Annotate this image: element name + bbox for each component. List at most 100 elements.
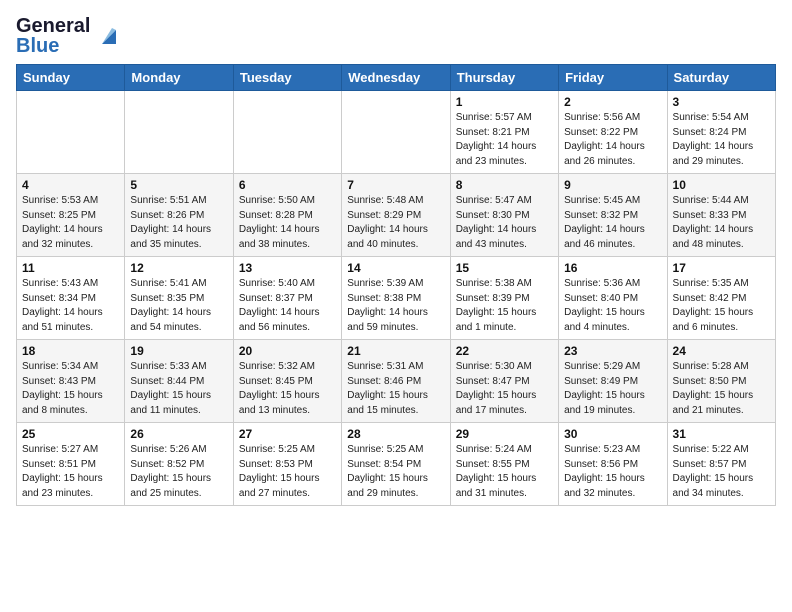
page-container: General Blue SundayMondayTuesdayWednesda…	[0, 0, 792, 516]
calendar-cell: 7 Sunrise: 5:48 AM Sunset: 8:29 PM Daylig…	[342, 174, 450, 257]
calendar-cell: 3 Sunrise: 5:54 AM Sunset: 8:24 PM Daylig…	[667, 91, 775, 174]
day-info: Sunrise: 5:36 AM Sunset: 8:40 PM Dayligh…	[564, 277, 661, 335]
calendar-header-row: SundayMondayTuesdayWednesdayThursdayFrid…	[17, 65, 776, 91]
calendar-week-row: 11 Sunrise: 5:43 AM Sunset: 8:34 PM Dayli…	[17, 257, 776, 340]
day-number: 29	[456, 427, 553, 441]
day-number: 6	[239, 178, 336, 192]
calendar-cell: 17 Sunrise: 5:35 AM Sunset: 8:42 PM Dayli…	[667, 257, 775, 340]
day-number: 8	[456, 178, 553, 192]
day-info: Sunrise: 5:24 AM Sunset: 8:55 PM Dayligh…	[456, 443, 553, 501]
day-info: Sunrise: 5:57 AM Sunset: 8:21 PM Dayligh…	[456, 111, 553, 169]
calendar-cell: 10 Sunrise: 5:44 AM Sunset: 8:33 PM Dayli…	[667, 174, 775, 257]
day-info: Sunrise: 5:28 AM Sunset: 8:50 PM Dayligh…	[673, 360, 770, 418]
day-number: 14	[347, 261, 444, 275]
day-header-saturday: Saturday	[667, 65, 775, 91]
day-number: 30	[564, 427, 661, 441]
header: General Blue	[16, 16, 776, 56]
day-info: Sunrise: 5:26 AM Sunset: 8:52 PM Dayligh…	[130, 443, 227, 501]
day-number: 27	[239, 427, 336, 441]
calendar-cell: 28 Sunrise: 5:25 AM Sunset: 8:54 PM Dayli…	[342, 423, 450, 506]
day-info: Sunrise: 5:40 AM Sunset: 8:37 PM Dayligh…	[239, 277, 336, 335]
calendar-cell: 6 Sunrise: 5:50 AM Sunset: 8:28 PM Daylig…	[233, 174, 341, 257]
calendar-cell: 15Sunrise: 5:38 AM Sunset: 8:39 PM Dayli…	[450, 257, 558, 340]
day-info: Sunrise: 5:39 AM Sunset: 8:38 PM Dayligh…	[347, 277, 444, 335]
calendar-cell: 19 Sunrise: 5:33 AM Sunset: 8:44 PM Dayli…	[125, 340, 233, 423]
day-info: Sunrise: 5:35 AM Sunset: 8:42 PM Dayligh…	[673, 277, 770, 335]
day-number: 16	[564, 261, 661, 275]
day-info: Sunrise: 5:50 AM Sunset: 8:28 PM Dayligh…	[239, 194, 336, 252]
day-info: Sunrise: 5:34 AM Sunset: 8:43 PM Dayligh…	[22, 360, 119, 418]
day-info: Sunrise: 5:25 AM Sunset: 8:53 PM Dayligh…	[239, 443, 336, 501]
day-number: 13	[239, 261, 336, 275]
calendar-cell: 23 Sunrise: 5:29 AM Sunset: 8:49 PM Dayli…	[559, 340, 667, 423]
day-number: 23	[564, 344, 661, 358]
day-number: 28	[347, 427, 444, 441]
calendar-cell: 5 Sunrise: 5:51 AM Sunset: 8:26 PM Daylig…	[125, 174, 233, 257]
day-info: Sunrise: 5:44 AM Sunset: 8:33 PM Dayligh…	[673, 194, 770, 252]
day-header-tuesday: Tuesday	[233, 65, 341, 91]
day-info: Sunrise: 5:51 AM Sunset: 8:26 PM Dayligh…	[130, 194, 227, 252]
day-info: Sunrise: 5:22 AM Sunset: 8:57 PM Dayligh…	[673, 443, 770, 501]
calendar-cell: 26Sunrise: 5:26 AM Sunset: 8:52 PM Dayli…	[125, 423, 233, 506]
day-info: Sunrise: 5:38 AM Sunset: 8:39 PM Dayligh…	[456, 277, 553, 335]
day-info: Sunrise: 5:29 AM Sunset: 8:49 PM Dayligh…	[564, 360, 661, 418]
calendar-cell: 29 Sunrise: 5:24 AM Sunset: 8:55 PM Dayli…	[450, 423, 558, 506]
day-info: Sunrise: 5:48 AM Sunset: 8:29 PM Dayligh…	[347, 194, 444, 252]
day-info: Sunrise: 5:47 AM Sunset: 8:30 PM Dayligh…	[456, 194, 553, 252]
calendar-cell	[342, 91, 450, 174]
day-number: 3	[673, 95, 770, 109]
day-number: 4	[22, 178, 119, 192]
day-header-friday: Friday	[559, 65, 667, 91]
day-number: 12	[130, 261, 227, 275]
day-number: 2	[564, 95, 661, 109]
day-header-thursday: Thursday	[450, 65, 558, 91]
day-number: 7	[347, 178, 444, 192]
day-info: Sunrise: 5:30 AM Sunset: 8:47 PM Dayligh…	[456, 360, 553, 418]
day-info: Sunrise: 5:33 AM Sunset: 8:44 PM Dayligh…	[130, 360, 227, 418]
calendar-cell: 9Sunrise: 5:45 AM Sunset: 8:32 PM Daylig…	[559, 174, 667, 257]
day-number: 9	[564, 178, 661, 192]
day-number: 1	[456, 95, 553, 109]
day-info: Sunrise: 5:32 AM Sunset: 8:45 PM Dayligh…	[239, 360, 336, 418]
calendar-cell	[17, 91, 125, 174]
day-number: 20	[239, 344, 336, 358]
calendar-cell: 8 Sunrise: 5:47 AM Sunset: 8:30 PM Daylig…	[450, 174, 558, 257]
calendar-table: SundayMondayTuesdayWednesdayThursdayFrid…	[16, 64, 776, 506]
day-number: 11	[22, 261, 119, 275]
day-info: Sunrise: 5:56 AM Sunset: 8:22 PM Dayligh…	[564, 111, 661, 169]
day-number: 19	[130, 344, 227, 358]
calendar-cell: 2 Sunrise: 5:56 AM Sunset: 8:22 PM Daylig…	[559, 91, 667, 174]
logo-blue-text: Blue	[16, 36, 90, 56]
calendar-cell: 16 Sunrise: 5:36 AM Sunset: 8:40 PM Dayli…	[559, 257, 667, 340]
calendar-week-row: 25Sunrise: 5:27 AM Sunset: 8:51 PM Dayli…	[17, 423, 776, 506]
day-number: 5	[130, 178, 227, 192]
day-info: Sunrise: 5:25 AM Sunset: 8:54 PM Dayligh…	[347, 443, 444, 501]
day-info: Sunrise: 5:41 AM Sunset: 8:35 PM Dayligh…	[130, 277, 227, 335]
calendar-cell: 11 Sunrise: 5:43 AM Sunset: 8:34 PM Dayli…	[17, 257, 125, 340]
calendar-cell: 30 Sunrise: 5:23 AM Sunset: 8:56 PM Dayli…	[559, 423, 667, 506]
calendar-cell	[233, 91, 341, 174]
calendar-cell: 13 Sunrise: 5:40 AM Sunset: 8:37 PM Dayli…	[233, 257, 341, 340]
day-number: 18	[22, 344, 119, 358]
calendar-cell: 21Sunrise: 5:31 AM Sunset: 8:46 PM Dayli…	[342, 340, 450, 423]
day-header-wednesday: Wednesday	[342, 65, 450, 91]
calendar-week-row: 4 Sunrise: 5:53 AM Sunset: 8:25 PM Daylig…	[17, 174, 776, 257]
calendar-cell: 20 Sunrise: 5:32 AM Sunset: 8:45 PM Dayli…	[233, 340, 341, 423]
calendar-cell: 12 Sunrise: 5:41 AM Sunset: 8:35 PM Dayli…	[125, 257, 233, 340]
calendar-cell: 31 Sunrise: 5:22 AM Sunset: 8:57 PM Dayli…	[667, 423, 775, 506]
day-number: 31	[673, 427, 770, 441]
day-number: 24	[673, 344, 770, 358]
day-number: 10	[673, 178, 770, 192]
calendar-cell: 27 Sunrise: 5:25 AM Sunset: 8:53 PM Dayli…	[233, 423, 341, 506]
calendar-week-row: 1 Sunrise: 5:57 AM Sunset: 8:21 PM Daylig…	[17, 91, 776, 174]
day-info: Sunrise: 5:27 AM Sunset: 8:51 PM Dayligh…	[22, 443, 119, 501]
calendar-cell: 25Sunrise: 5:27 AM Sunset: 8:51 PM Dayli…	[17, 423, 125, 506]
day-info: Sunrise: 5:43 AM Sunset: 8:34 PM Dayligh…	[22, 277, 119, 335]
day-info: Sunrise: 5:54 AM Sunset: 8:24 PM Dayligh…	[673, 111, 770, 169]
calendar-week-row: 18 Sunrise: 5:34 AM Sunset: 8:43 PM Dayli…	[17, 340, 776, 423]
day-number: 17	[673, 261, 770, 275]
calendar-cell: 4 Sunrise: 5:53 AM Sunset: 8:25 PM Daylig…	[17, 174, 125, 257]
day-info: Sunrise: 5:23 AM Sunset: 8:56 PM Dayligh…	[564, 443, 661, 501]
day-info: Sunrise: 5:53 AM Sunset: 8:25 PM Dayligh…	[22, 194, 119, 252]
calendar-cell	[125, 91, 233, 174]
